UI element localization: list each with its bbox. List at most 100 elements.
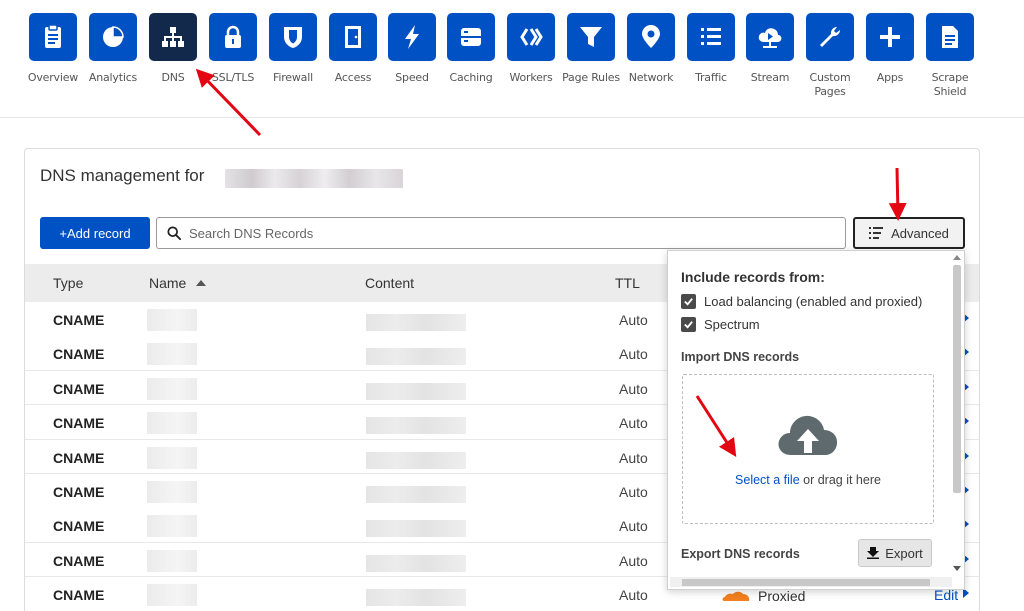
export-label: Export bbox=[885, 545, 923, 561]
nav-tile[interactable] bbox=[269, 13, 317, 61]
redacted-content bbox=[366, 451, 466, 469]
nav-tile[interactable] bbox=[926, 13, 974, 61]
proxy-status: Proxied bbox=[758, 588, 806, 605]
include-records-title: Include records from: bbox=[681, 269, 825, 285]
nav-label: Scrape Shield bbox=[931, 71, 969, 98]
redacted-content bbox=[366, 417, 466, 435]
nav-item-page-rules[interactable]: Page Rules bbox=[558, 13, 624, 85]
server-drive-icon bbox=[461, 28, 481, 46]
redacted-content bbox=[366, 486, 466, 503]
scroll-down-icon[interactable] bbox=[953, 566, 961, 571]
document-icon bbox=[942, 26, 958, 48]
shield-icon bbox=[284, 27, 302, 48]
export-button[interactable]: Export bbox=[858, 539, 932, 567]
nav-tile[interactable] bbox=[209, 13, 257, 61]
nav-tile[interactable] bbox=[447, 13, 495, 61]
wrench-icon bbox=[820, 26, 841, 47]
panel-vertical-scrollbar[interactable] bbox=[952, 255, 962, 571]
nav-item-scrape-shield[interactable]: Scrape Shield bbox=[917, 13, 983, 99]
nav-tile[interactable] bbox=[149, 13, 197, 61]
option-label: Load balancing (enabled and proxied) bbox=[704, 294, 923, 309]
advanced-button[interactable]: Advanced bbox=[853, 217, 965, 249]
option-load-balancing[interactable]: Load balancing (enabled and proxied) bbox=[681, 294, 922, 309]
list-icon bbox=[701, 28, 721, 45]
redacted-name bbox=[147, 343, 197, 366]
nav-label: Network bbox=[628, 71, 674, 84]
file-dropzone[interactable]: Select a file or drag it here bbox=[682, 374, 934, 524]
nav-item-traffic[interactable]: Traffic bbox=[678, 13, 744, 85]
nav-label: Speed bbox=[395, 71, 429, 84]
nav-item-firewall[interactable]: Firewall bbox=[260, 13, 326, 85]
record-ttl: Auto bbox=[619, 484, 648, 500]
nav-item-workers[interactable]: Workers bbox=[498, 13, 564, 85]
record-type: CNAME bbox=[53, 587, 105, 604]
header-content[interactable]: Content bbox=[365, 275, 414, 291]
cloud-play-icon bbox=[758, 28, 782, 48]
nav-tile[interactable] bbox=[89, 13, 137, 61]
nav-item-analytics[interactable]: Analytics bbox=[80, 13, 146, 85]
panel-horizontal-scrollbar[interactable] bbox=[670, 577, 952, 587]
record-type: CNAME bbox=[53, 518, 105, 535]
nav-item-network[interactable]: Network bbox=[618, 13, 684, 85]
nav-tile[interactable] bbox=[29, 13, 77, 61]
nav-item-stream[interactable]: Stream bbox=[737, 13, 803, 85]
header-type[interactable]: Type bbox=[53, 275, 83, 291]
pie-chart-icon bbox=[103, 26, 124, 47]
nav-tile[interactable] bbox=[687, 13, 735, 61]
redacted-content bbox=[366, 589, 466, 607]
add-record-button[interactable]: +Add record bbox=[40, 217, 150, 249]
record-type: CNAME bbox=[53, 312, 105, 328]
sort-ascending-icon bbox=[196, 280, 207, 286]
record-ttl: Auto bbox=[619, 587, 648, 604]
filter-icon bbox=[580, 27, 602, 47]
nav-tile[interactable] bbox=[627, 13, 675, 61]
checkbox-checked-icon[interactable] bbox=[681, 317, 696, 332]
nav-item-access[interactable]: Access bbox=[320, 13, 386, 85]
nav-tile[interactable] bbox=[329, 13, 377, 61]
download-icon bbox=[867, 547, 880, 559]
nav-tile[interactable] bbox=[388, 13, 436, 61]
nav-tile[interactable] bbox=[866, 13, 914, 61]
nav-label: Caching bbox=[449, 71, 493, 84]
nav-label: Access bbox=[334, 71, 372, 84]
nav-tile[interactable] bbox=[746, 13, 794, 61]
header-name[interactable]: Name bbox=[149, 275, 207, 291]
search-input[interactable] bbox=[189, 225, 829, 241]
record-ttl: Auto bbox=[619, 518, 648, 535]
page-title: DNS management for bbox=[40, 166, 205, 185]
search-box[interactable] bbox=[156, 217, 846, 249]
record-type: CNAME bbox=[53, 552, 105, 569]
nav-item-speed[interactable]: Speed bbox=[379, 13, 445, 85]
scroll-thumb[interactable] bbox=[953, 265, 961, 493]
record-ttl: Auto bbox=[619, 552, 648, 569]
clipboard-icon bbox=[45, 24, 61, 48]
nav-item-custom-pages[interactable]: Custom Pages bbox=[797, 13, 863, 99]
record-type: CNAME bbox=[53, 346, 105, 363]
door-icon bbox=[345, 26, 361, 48]
record-ttl: Auto bbox=[619, 346, 648, 363]
redacted-name bbox=[147, 412, 197, 435]
record-ttl: Auto bbox=[619, 380, 648, 397]
nav-item-dns[interactable]: DNS bbox=[140, 13, 206, 85]
scroll-up-icon[interactable] bbox=[953, 255, 961, 260]
scroll-thumb[interactable] bbox=[682, 579, 930, 586]
cloud-upload-icon bbox=[778, 415, 838, 455]
redacted-name bbox=[147, 515, 197, 538]
nav-item-apps[interactable]: Apps bbox=[857, 13, 923, 85]
export-dns-title: Export DNS records bbox=[681, 547, 800, 561]
nav-label: Firewall bbox=[273, 71, 313, 84]
top-navigation: Overview Analytics DNS SSL/TLS Firewall Acces… bbox=[0, 0, 1024, 118]
checkbox-checked-icon[interactable] bbox=[681, 294, 696, 309]
nav-item-overview[interactable]: Overview bbox=[20, 13, 86, 85]
select-file-link[interactable]: Select a file bbox=[735, 473, 800, 487]
nav-item-ssl[interactable]: SSL/TLS bbox=[200, 13, 266, 85]
header-ttl[interactable]: TTL bbox=[615, 275, 640, 291]
nav-tile[interactable] bbox=[567, 13, 615, 61]
nav-label: Stream bbox=[750, 71, 790, 84]
network-tree-icon bbox=[162, 27, 184, 47]
option-spectrum[interactable]: Spectrum bbox=[681, 317, 760, 332]
proxied-cloud-icon[interactable] bbox=[722, 591, 750, 602]
nav-tile[interactable] bbox=[507, 13, 555, 61]
nav-tile[interactable] bbox=[806, 13, 854, 61]
nav-item-caching[interactable]: Caching bbox=[438, 13, 504, 85]
